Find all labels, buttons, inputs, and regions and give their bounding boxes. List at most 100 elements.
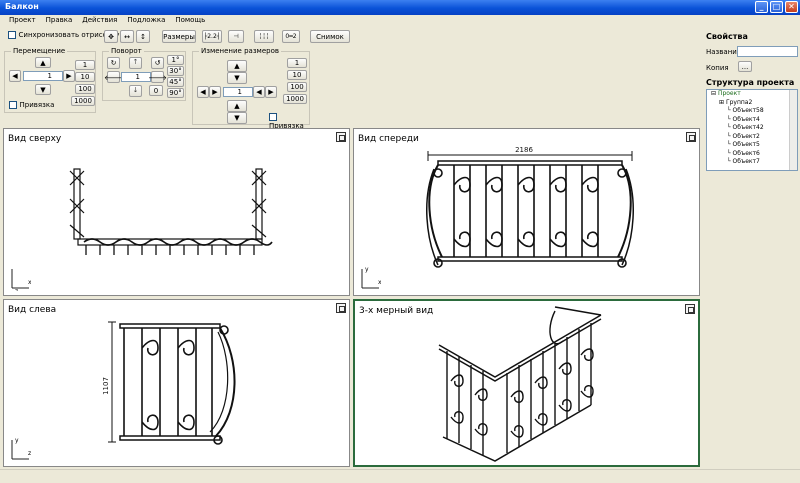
copy-button[interactable]: ... <box>738 61 752 72</box>
rotate-cw-button[interactable]: ↻ <box>107 57 120 69</box>
move-snap-checkbox[interactable] <box>9 100 17 109</box>
left-dimension: 1107 <box>102 377 110 395</box>
rotate-up-button[interactable]: 🡑 <box>129 57 142 69</box>
resize-snap-checkbox[interactable] <box>269 112 277 121</box>
view-front[interactable]: Вид спереди 2186 x y <box>353 128 700 296</box>
front-dimension: 2186 <box>515 146 533 154</box>
menu-help[interactable]: Помощь <box>170 15 210 27</box>
tree-node-object[interactable]: └ Объект2 <box>707 133 797 142</box>
move-left-button[interactable]: ◀ <box>9 70 21 82</box>
distribute-button[interactable]: ╎╎╎ <box>254 30 274 43</box>
split-button[interactable]: 0═2 <box>282 30 300 43</box>
axis-v-label: y <box>15 437 19 444</box>
dimension-line-button[interactable]: ├2.2┤ <box>202 30 222 43</box>
move-step-1[interactable]: 1 <box>75 60 95 70</box>
tree-node-object[interactable]: └ Объект5 <box>707 141 797 150</box>
move-step-10[interactable]: 10 <box>75 72 95 82</box>
distribute-icon: ╎╎╎ <box>258 33 270 40</box>
move-down-button[interactable]: ▼ <box>35 84 51 95</box>
arrow-down-icon: ▼ <box>234 74 240 82</box>
split-icon: 0═2 <box>285 33 297 40</box>
rotate-angle-1[interactable]: 1° <box>167 55 184 65</box>
arrow-up-icon: 🡑 <box>133 57 138 66</box>
iso-view-drawing <box>438 306 602 462</box>
rotate-right-button[interactable]: 🡒 <box>148 71 167 83</box>
rotate-zero-button[interactable]: 0 <box>149 85 163 96</box>
tree-node-object[interactable]: └ Объект6 <box>707 150 797 159</box>
tree-node-object[interactable]: └ Объект4 <box>707 116 797 125</box>
resize-group-title: Изменение размеров <box>199 47 281 55</box>
minimize-button[interactable]: _ <box>755 1 768 13</box>
tree-node-object[interactable]: └ Объект7 <box>707 158 797 167</box>
tree-label: Группа2 <box>725 98 753 106</box>
view-left-axis: z y <box>11 437 31 460</box>
resize-step-1[interactable]: 1 <box>287 58 307 68</box>
move-group-title: Перемещение <box>11 47 68 55</box>
move-group: Перемещение ▲ ◀ 1 ▶ ▼ 1 10 100 1000 Прив… <box>4 47 96 113</box>
resize-left-outer-button[interactable]: ◀ <box>197 86 209 98</box>
rotate-angle-45[interactable]: 45° <box>167 77 184 87</box>
axis-h-label: z <box>28 450 31 457</box>
resize-down-outer-button[interactable]: ▼ <box>227 112 247 124</box>
name-input[interactable] <box>737 46 798 57</box>
rotate-step-input[interactable]: 1 <box>121 72 151 82</box>
menu-bar: Проект Правка Действия Подложка Помощь <box>0 15 800 27</box>
tree-node-object[interactable]: └ Объект42 <box>707 124 797 133</box>
rotate-angle-30[interactable]: 30° <box>167 66 184 76</box>
resize-group: Изменение размеров ▲ ▼ ◀ ▶ 1 ◀ ▶ ▲ ▼ 1 1… <box>192 47 310 130</box>
resize-up-outer-button[interactable]: ▲ <box>227 60 247 72</box>
move-snap-row[interactable]: Привязка <box>9 100 54 109</box>
rotate-cw-icon: ↻ <box>110 59 117 67</box>
move-step-input[interactable]: 1 <box>23 71 63 81</box>
tree-scrollbar[interactable] <box>789 90 797 170</box>
close-button[interactable]: ✕ <box>785 1 798 13</box>
resize-step-input[interactable]: 1 <box>223 87 253 97</box>
move-step-100[interactable]: 100 <box>75 84 95 94</box>
snapshot-button[interactable]: Снимок <box>310 30 350 43</box>
rotate-left-button[interactable]: 🡐 <box>104 71 123 83</box>
arrow-left-icon: ◀ <box>200 88 206 96</box>
tree-node-object[interactable]: └ Объект58 <box>707 107 797 116</box>
resize-step-1000[interactable]: 1000 <box>283 94 307 104</box>
sync-checkbox-row[interactable]: Синхронизовать отрисовку <box>8 30 119 39</box>
move-right-button[interactable]: ▶ <box>63 70 75 82</box>
axis-v-label: z <box>15 288 18 291</box>
arrow-right-icon: ▶ <box>212 88 218 96</box>
resize-right-outer-button[interactable]: ▶ <box>265 86 277 98</box>
sync-checkbox[interactable] <box>8 30 16 39</box>
sizes-button[interactable]: Размеры <box>162 30 196 43</box>
resize-step-10[interactable]: 10 <box>287 70 307 80</box>
view-front-axis: x y <box>361 266 381 289</box>
rotate-ccw-button[interactable]: ↺ <box>151 57 164 69</box>
move-vertical-button[interactable]: ↕ <box>136 30 150 43</box>
align-left-button[interactable]: ⊣ <box>228 30 244 43</box>
resize-step-100[interactable]: 100 <box>287 82 307 92</box>
maximize-button[interactable]: □ <box>770 1 783 13</box>
move-up-button[interactable]: ▲ <box>35 57 51 68</box>
tree-node-project[interactable]: ⊟ Проект <box>707 90 797 99</box>
resize-left-inner-button[interactable]: ▶ <box>209 86 221 98</box>
rotate-angle-90[interactable]: 90° <box>167 88 184 98</box>
view-top[interactable]: Вид сверху x z <box>3 128 350 296</box>
menu-underlay[interactable]: Подложка <box>122 15 170 27</box>
left-view-drawing: 1107 <box>102 321 236 445</box>
resize-right-inner-button[interactable]: ◀ <box>253 86 265 98</box>
tree-node-group[interactable]: ⊞ Группа2 <box>707 99 797 108</box>
name-label: Название <box>706 48 742 56</box>
menu-edit[interactable]: Правка <box>41 15 78 27</box>
resize-down-inner-button[interactable]: ▲ <box>227 100 247 112</box>
move-step-1000[interactable]: 1000 <box>71 96 95 106</box>
move-horizontal-button[interactable]: ↔ <box>120 30 134 43</box>
resize-up-inner-button[interactable]: ▼ <box>227 72 247 84</box>
view-left[interactable]: Вид слева 1107 z y <box>3 299 350 467</box>
move-cross-button[interactable]: ✥ <box>104 30 118 43</box>
rotate-down-button[interactable]: 🡓 <box>129 85 142 97</box>
arrow-up-icon: ▲ <box>234 102 240 110</box>
tree-label: Объект6 <box>732 149 760 157</box>
menu-project[interactable]: Проект <box>4 15 41 27</box>
menu-actions[interactable]: Действия <box>77 15 122 27</box>
axis-v-label: y <box>365 266 369 273</box>
arrow-down-icon: 🡓 <box>133 85 138 94</box>
arrow-down-icon: ▼ <box>234 114 240 122</box>
view-3d[interactable]: 3-х мерный вид <box>353 299 700 467</box>
